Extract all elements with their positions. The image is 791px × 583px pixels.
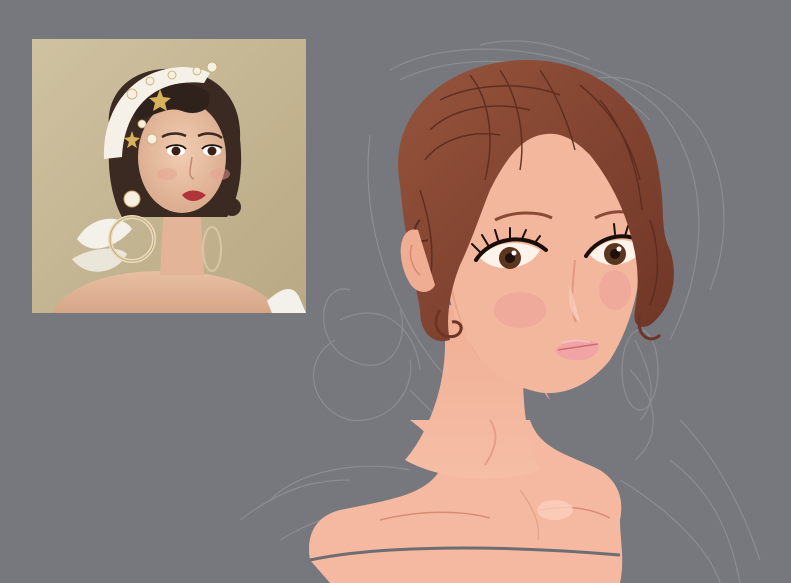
illustration-image bbox=[240, 40, 761, 583]
illustration[interactable] bbox=[240, 40, 791, 583]
drawing-canvas[interactable] bbox=[0, 0, 791, 583]
